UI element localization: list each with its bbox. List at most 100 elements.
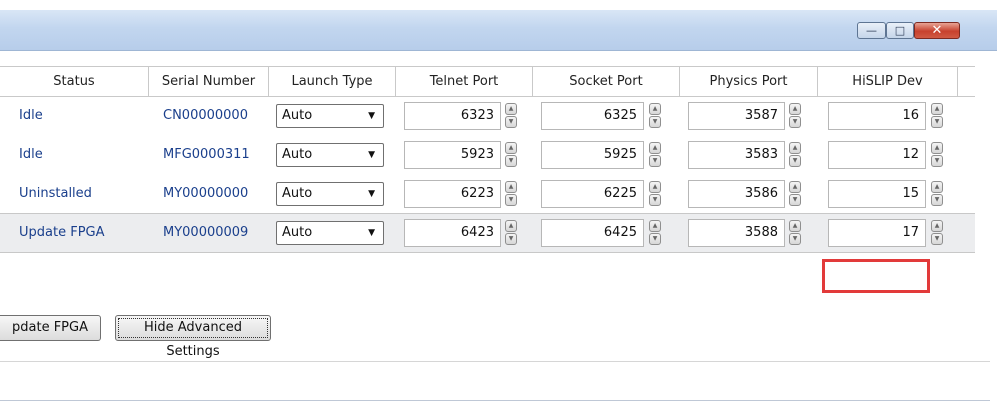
spin-down-icon[interactable]: ▼ [649,116,661,128]
telnet-port-input[interactable]: 6223 [404,180,501,208]
spin-up-icon[interactable]: ▲ [789,142,801,154]
spin-down-icon[interactable]: ▼ [931,116,943,128]
telnet-port-spinner[interactable]: ▲ ▼ [505,220,517,246]
spin-down-icon[interactable]: ▼ [505,233,517,245]
spin-up-icon[interactable]: ▲ [649,181,661,193]
column-header-telnet-port[interactable]: Telnet Port [396,67,533,96]
launch-type-select[interactable]: Auto ▼ [276,182,384,206]
hislip-dev-input[interactable]: 15 [828,180,926,208]
physics-port-value: 3583 [744,147,778,162]
hislip-dev-input[interactable]: 17 [828,219,926,247]
column-header-socket-port[interactable]: Socket Port [533,67,680,96]
spin-up-icon[interactable]: ▲ [931,103,943,115]
physics-port-spinner[interactable]: ▲ ▼ [789,220,801,246]
spin-down-icon[interactable]: ▼ [649,155,661,167]
spin-up-icon[interactable]: ▲ [505,181,517,193]
spin-down-icon[interactable]: ▼ [649,233,661,245]
spin-up-icon[interactable]: ▲ [505,103,517,115]
column-header-hislip-dev[interactable]: HiSLIP Dev [818,67,958,96]
spin-up-icon[interactable]: ▲ [649,220,661,232]
maximize-icon: □ [894,24,906,37]
highlight-box [822,259,930,293]
physics-port-value: 3588 [744,225,778,240]
spin-up-icon[interactable]: ▲ [789,220,801,232]
spin-down-icon[interactable]: ▼ [505,194,517,206]
spin-up-icon[interactable]: ▲ [649,142,661,154]
spin-up-icon[interactable]: ▲ [931,142,943,154]
spin-down-icon[interactable]: ▼ [789,233,801,245]
close-button[interactable]: ✕ [914,22,960,39]
column-header-launch-type[interactable]: Launch Type [269,67,396,96]
spin-up-icon[interactable]: ▲ [505,220,517,232]
spin-down-icon[interactable]: ▼ [789,155,801,167]
socket-port-spinner[interactable]: ▲ ▼ [649,181,661,207]
launch-type-select[interactable]: Auto ▼ [276,104,384,128]
update-fpga-button[interactable]: pdate FPGA [0,315,101,341]
physics-port-spinner[interactable]: ▲ ▼ [789,142,801,168]
socket-port-value: 6225 [603,186,637,201]
status-cell: Update FPGA [19,225,105,240]
spin-down-icon[interactable]: ▼ [931,194,943,206]
socket-port-input[interactable]: 5925 [541,141,644,169]
instrument-table: Status Serial Number Launch Type Telnet … [0,66,975,275]
minimize-button[interactable]: — [857,22,886,39]
spin-up-icon[interactable]: ▲ [789,181,801,193]
physics-port-input[interactable]: 3586 [688,180,785,208]
spin-down-icon[interactable]: ▼ [931,233,943,245]
maximize-button[interactable]: □ [886,22,914,39]
spin-down-icon[interactable]: ▼ [789,194,801,206]
spin-down-icon[interactable]: ▼ [789,116,801,128]
telnet-port-value: 6423 [460,225,494,240]
spin-down-icon[interactable]: ▼ [505,116,517,128]
launch-type-select[interactable]: Auto ▼ [276,143,384,167]
launch-type-select[interactable]: Auto ▼ [276,221,384,245]
hislip-dev-value: 15 [902,186,919,201]
hide-advanced-settings-button[interactable]: Hide Advanced Settings [115,315,271,359]
socket-port-input[interactable]: 6325 [541,102,644,130]
physics-port-input[interactable]: 3587 [688,102,785,130]
physics-port-input[interactable]: 3583 [688,141,785,169]
socket-port-spinner[interactable]: ▲ ▼ [649,103,661,129]
spin-up-icon[interactable]: ▲ [931,181,943,193]
table-row[interactable]: Idle MFG0000311 Auto ▼ 5923 ▲ ▼ 5925 ▲ ▼ 35… [0,136,975,174]
hislip-dev-value: 16 [902,108,919,123]
table-header: Status Serial Number Launch Type Telnet … [0,67,975,97]
physics-port-spinner[interactable]: ▲ ▼ [789,103,801,129]
socket-port-input[interactable]: 6225 [541,180,644,208]
spin-up-icon[interactable]: ▲ [505,142,517,154]
table-row-selected[interactable]: Update FPGA MY00000009 Auto ▼ 6423 ▲ ▼ 642… [0,213,975,253]
spin-up-icon[interactable]: ▲ [931,220,943,232]
spin-up-icon[interactable]: ▲ [789,103,801,115]
telnet-port-input[interactable]: 6423 [404,219,501,247]
socket-port-spinner[interactable]: ▲ ▼ [649,220,661,246]
hislip-dev-input[interactable]: 12 [828,141,926,169]
telnet-port-spinner[interactable]: ▲ ▼ [505,181,517,207]
spin-down-icon[interactable]: ▼ [931,155,943,167]
chevron-down-icon: ▼ [368,228,375,238]
hislip-dev-spinner[interactable]: ▲ ▼ [931,220,943,246]
focus-outline [118,318,268,338]
hislip-dev-spinner[interactable]: ▲ ▼ [931,103,943,129]
column-header-status[interactable]: Status [0,67,149,96]
physics-port-spinner[interactable]: ▲ ▼ [789,181,801,207]
hislip-dev-input[interactable]: 16 [828,102,926,130]
minimize-icon: — [866,24,877,37]
hislip-dev-spinner[interactable]: ▲ ▼ [931,142,943,168]
spin-down-icon[interactable]: ▼ [505,155,517,167]
telnet-port-input[interactable]: 5923 [404,141,501,169]
spin-up-icon[interactable]: ▲ [649,103,661,115]
socket-port-input[interactable]: 6425 [541,219,644,247]
column-header-serial-number[interactable]: Serial Number [149,67,269,96]
telnet-port-input[interactable]: 6323 [404,102,501,130]
hislip-dev-spinner[interactable]: ▲ ▼ [931,181,943,207]
table-row[interactable]: Uninstalled MY00000000 Auto ▼ 6223 ▲ ▼ 622… [0,175,975,213]
socket-port-value: 6325 [603,108,637,123]
physics-port-input[interactable]: 3588 [688,219,785,247]
serial-number-cell: MY00000009 [163,225,249,240]
socket-port-spinner[interactable]: ▲ ▼ [649,142,661,168]
telnet-port-spinner[interactable]: ▲ ▼ [505,142,517,168]
spin-down-icon[interactable]: ▼ [649,194,661,206]
column-header-physics-port[interactable]: Physics Port [680,67,818,96]
telnet-port-spinner[interactable]: ▲ ▼ [505,103,517,129]
table-row[interactable]: Idle CN00000000 Auto ▼ 6323 ▲ ▼ 6325 ▲ ▼ 35… [0,97,975,135]
